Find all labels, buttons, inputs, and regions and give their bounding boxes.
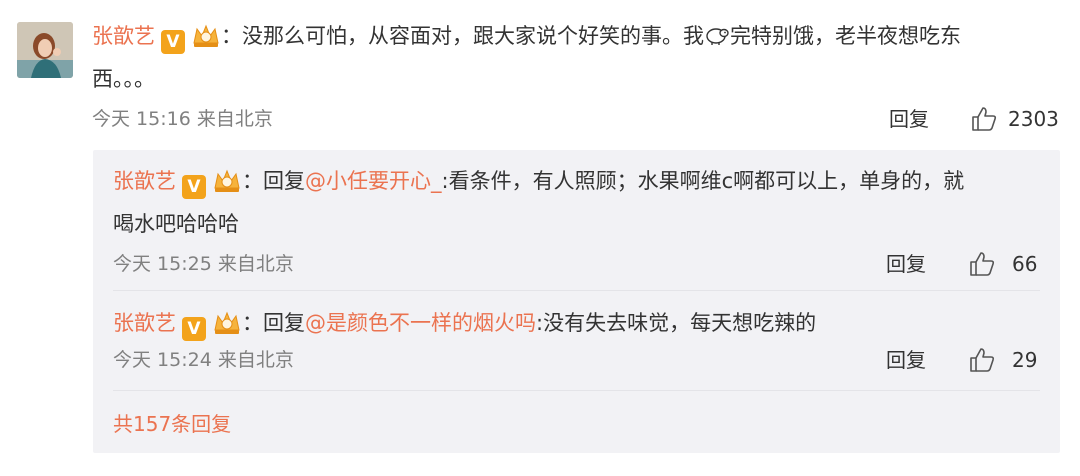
- weibo-comment-thread: 张歆艺 V ：没那么可怕，从容面对，跟大家说个好笑的事。我 完特别饿，老半夜想吃东…: [0, 0, 1080, 476]
- thumbs-up-icon[interactable]: [970, 105, 998, 133]
- more-replies-link[interactable]: 共157条回复: [113, 411, 231, 437]
- thumbs-up-icon[interactable]: [968, 250, 996, 278]
- reply-1-author[interactable]: 张歆艺: [113, 169, 176, 193]
- reply-2-time: 今天 15:24 来自北京: [113, 349, 294, 371]
- reply-1-line1: 张歆艺 V ：回复@小任要开心_:看条件，有人照顾；水果啊维c啊都可以上，单身的，…: [113, 166, 964, 199]
- reply-divider: [113, 390, 1040, 391]
- reply-2-prefix: ：回复: [242, 311, 305, 335]
- reply-1-prefix: ：回复: [242, 169, 305, 193]
- reply-2-reply-button[interactable]: 回复: [886, 347, 926, 373]
- reply-2-author[interactable]: 张歆艺: [113, 311, 176, 335]
- sheep-emoji-icon: [706, 28, 729, 45]
- reply-1-reply-button[interactable]: 回复: [886, 251, 926, 277]
- verified-v-badge-icon: V: [161, 30, 185, 54]
- avatar-image: [17, 22, 73, 78]
- reply-1-line2: 喝水吧哈哈哈: [113, 212, 239, 236]
- reply-2-line1: 张歆艺 V ：回复@是颜色不一样的烟火吗:没有失去味觉，每天想吃辣的: [113, 308, 816, 341]
- main-comment-author[interactable]: 张歆艺: [92, 24, 155, 48]
- reply-1-mention-link[interactable]: @小任要开心_: [305, 169, 442, 193]
- verified-v-badge-icon: V: [182, 175, 206, 199]
- main-comment-line1: 张歆艺 V ：没那么可怕，从容面对，跟大家说个好笑的事。我 完特别饿，老半夜想吃东: [92, 21, 961, 54]
- avatar[interactable]: [17, 22, 73, 78]
- main-comment-text-part2: 完特别饿，老半夜想吃东: [730, 24, 961, 48]
- reply-1-time: 今天 15:25 来自北京: [113, 253, 294, 275]
- reply-1-like-count: 66: [1012, 252, 1038, 276]
- reply-2-like-count: 29: [1012, 348, 1038, 372]
- main-comment-line2: 西。。。: [92, 67, 155, 91]
- main-comment-reply-button[interactable]: 回复: [889, 106, 929, 132]
- main-comment-text-part1: ：没那么可怕，从容面对，跟大家说个好笑的事。我: [221, 24, 704, 48]
- crown-member-icon: [193, 24, 219, 47]
- crown-member-icon: [214, 311, 240, 334]
- verified-v-badge-icon: V: [182, 317, 206, 341]
- reply-2-text-part1: :没有失去味觉，每天想吃辣的: [536, 311, 817, 335]
- reply-divider: [113, 290, 1040, 291]
- main-comment-time: 今天 15:16 来自北京: [92, 108, 273, 130]
- crown-member-icon: [214, 169, 240, 192]
- main-comment-like-count: 2303: [1008, 107, 1059, 131]
- reply-1-text-part1: :看条件，有人照顾；水果啊维c啊都可以上，单身的，就: [441, 169, 965, 193]
- reply-2-mention-link[interactable]: @是颜色不一样的烟火吗: [305, 311, 536, 335]
- thumbs-up-icon[interactable]: [968, 346, 996, 374]
